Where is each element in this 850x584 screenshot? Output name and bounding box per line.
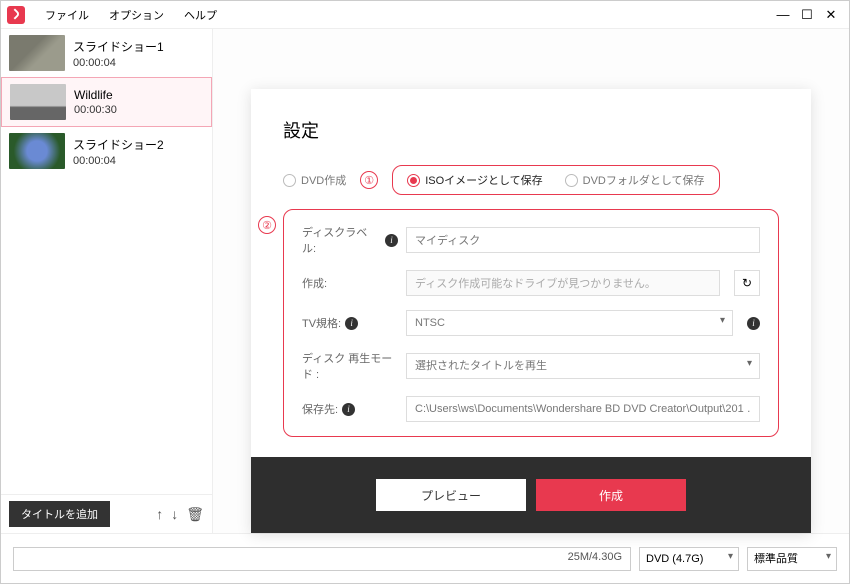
- menu-option[interactable]: オプション: [99, 3, 174, 27]
- quality-select[interactable]: 標準品質: [747, 547, 837, 571]
- tv-standard-select[interactable]: NTSC: [406, 310, 733, 336]
- sidebar: スライドショー1 00:00:04 Wildlife 00:00:30 スライド…: [1, 29, 213, 533]
- minimize-button[interactable]: —: [775, 7, 791, 23]
- delete-icon[interactable]: 🗑: [186, 506, 204, 523]
- space-text: 25M/4.30G: [568, 551, 622, 563]
- panel-title: 設定: [283, 117, 779, 143]
- thumbnail: [9, 35, 65, 71]
- move-up-icon[interactable]: ↑: [156, 506, 163, 523]
- info-icon[interactable]: i: [385, 234, 398, 247]
- item-title: スライドショー1: [73, 38, 164, 55]
- item-title: スライドショー2: [73, 136, 164, 153]
- refresh-button[interactable]: ↻: [734, 270, 760, 296]
- drive-input: [406, 270, 720, 296]
- callout-2: ②: [258, 216, 276, 234]
- settings-panel: 設定 DVD作成 ① ISOイメージとして保存 DVDフォルダとして保存: [251, 89, 811, 533]
- label-create: 作成:: [302, 275, 398, 291]
- info-icon[interactable]: i: [345, 317, 358, 330]
- item-title: Wildlife: [74, 88, 117, 102]
- info-icon[interactable]: i: [747, 317, 760, 330]
- menu-help[interactable]: ヘルプ: [174, 3, 227, 27]
- close-button[interactable]: ✕: [823, 7, 839, 23]
- label-saveto: 保存先:i: [302, 401, 398, 417]
- radio-folder[interactable]: DVDフォルダとして保存: [565, 172, 705, 188]
- fields-box: ② ディスクラベル:i 作成: ↻ TV規格:i: [283, 209, 779, 437]
- label-playmode: ディスク 再生モード :: [302, 350, 398, 382]
- add-title-button[interactable]: タイトルを追加: [9, 501, 110, 527]
- thumbnail: [9, 133, 65, 169]
- item-duration: 00:00:04: [73, 57, 164, 69]
- preview-button[interactable]: プレビュー: [376, 479, 526, 511]
- save-path-input[interactable]: [406, 396, 760, 422]
- thumbnail: [10, 84, 66, 120]
- info-icon[interactable]: i: [342, 403, 355, 416]
- item-duration: 00:00:30: [74, 104, 117, 116]
- label-disc-label: ディスクラベル:i: [302, 224, 398, 256]
- list-item[interactable]: スライドショー2 00:00:04: [1, 127, 212, 175]
- play-mode-select[interactable]: 選択されたタイトルを再生: [406, 353, 760, 379]
- space-bar: 25M/4.30G: [13, 547, 631, 571]
- label-tv: TV規格:i: [302, 315, 398, 331]
- sidebar-footer: タイトルを追加 ↑ ↓ 🗑: [1, 494, 212, 533]
- titlebar: ファイル オプション ヘルプ — ☐ ✕: [1, 1, 849, 29]
- content-area: 設定 DVD作成 ① ISOイメージとして保存 DVDフォルダとして保存: [213, 29, 849, 533]
- app-icon: [7, 6, 25, 24]
- list-item[interactable]: Wildlife 00:00:30: [1, 77, 212, 127]
- disc-label-input[interactable]: [406, 227, 760, 253]
- panel-footer: プレビュー 作成: [251, 457, 811, 533]
- menu-file[interactable]: ファイル: [35, 3, 99, 27]
- maximize-button[interactable]: ☐: [799, 7, 815, 23]
- callout-1: ①: [360, 171, 378, 189]
- list-item[interactable]: スライドショー1 00:00:04: [1, 29, 212, 77]
- item-list: スライドショー1 00:00:04 Wildlife 00:00:30 スライド…: [1, 29, 212, 494]
- create-button[interactable]: 作成: [536, 479, 686, 511]
- radio-dvd[interactable]: DVD作成: [283, 172, 346, 188]
- status-bar: 25M/4.30G DVD (4.7G) 標準品質: [1, 533, 849, 583]
- move-down-icon[interactable]: ↓: [171, 506, 178, 523]
- item-duration: 00:00:04: [73, 155, 164, 167]
- radio-iso[interactable]: ISOイメージとして保存: [407, 172, 542, 188]
- disc-type-select[interactable]: DVD (4.7G): [639, 547, 739, 571]
